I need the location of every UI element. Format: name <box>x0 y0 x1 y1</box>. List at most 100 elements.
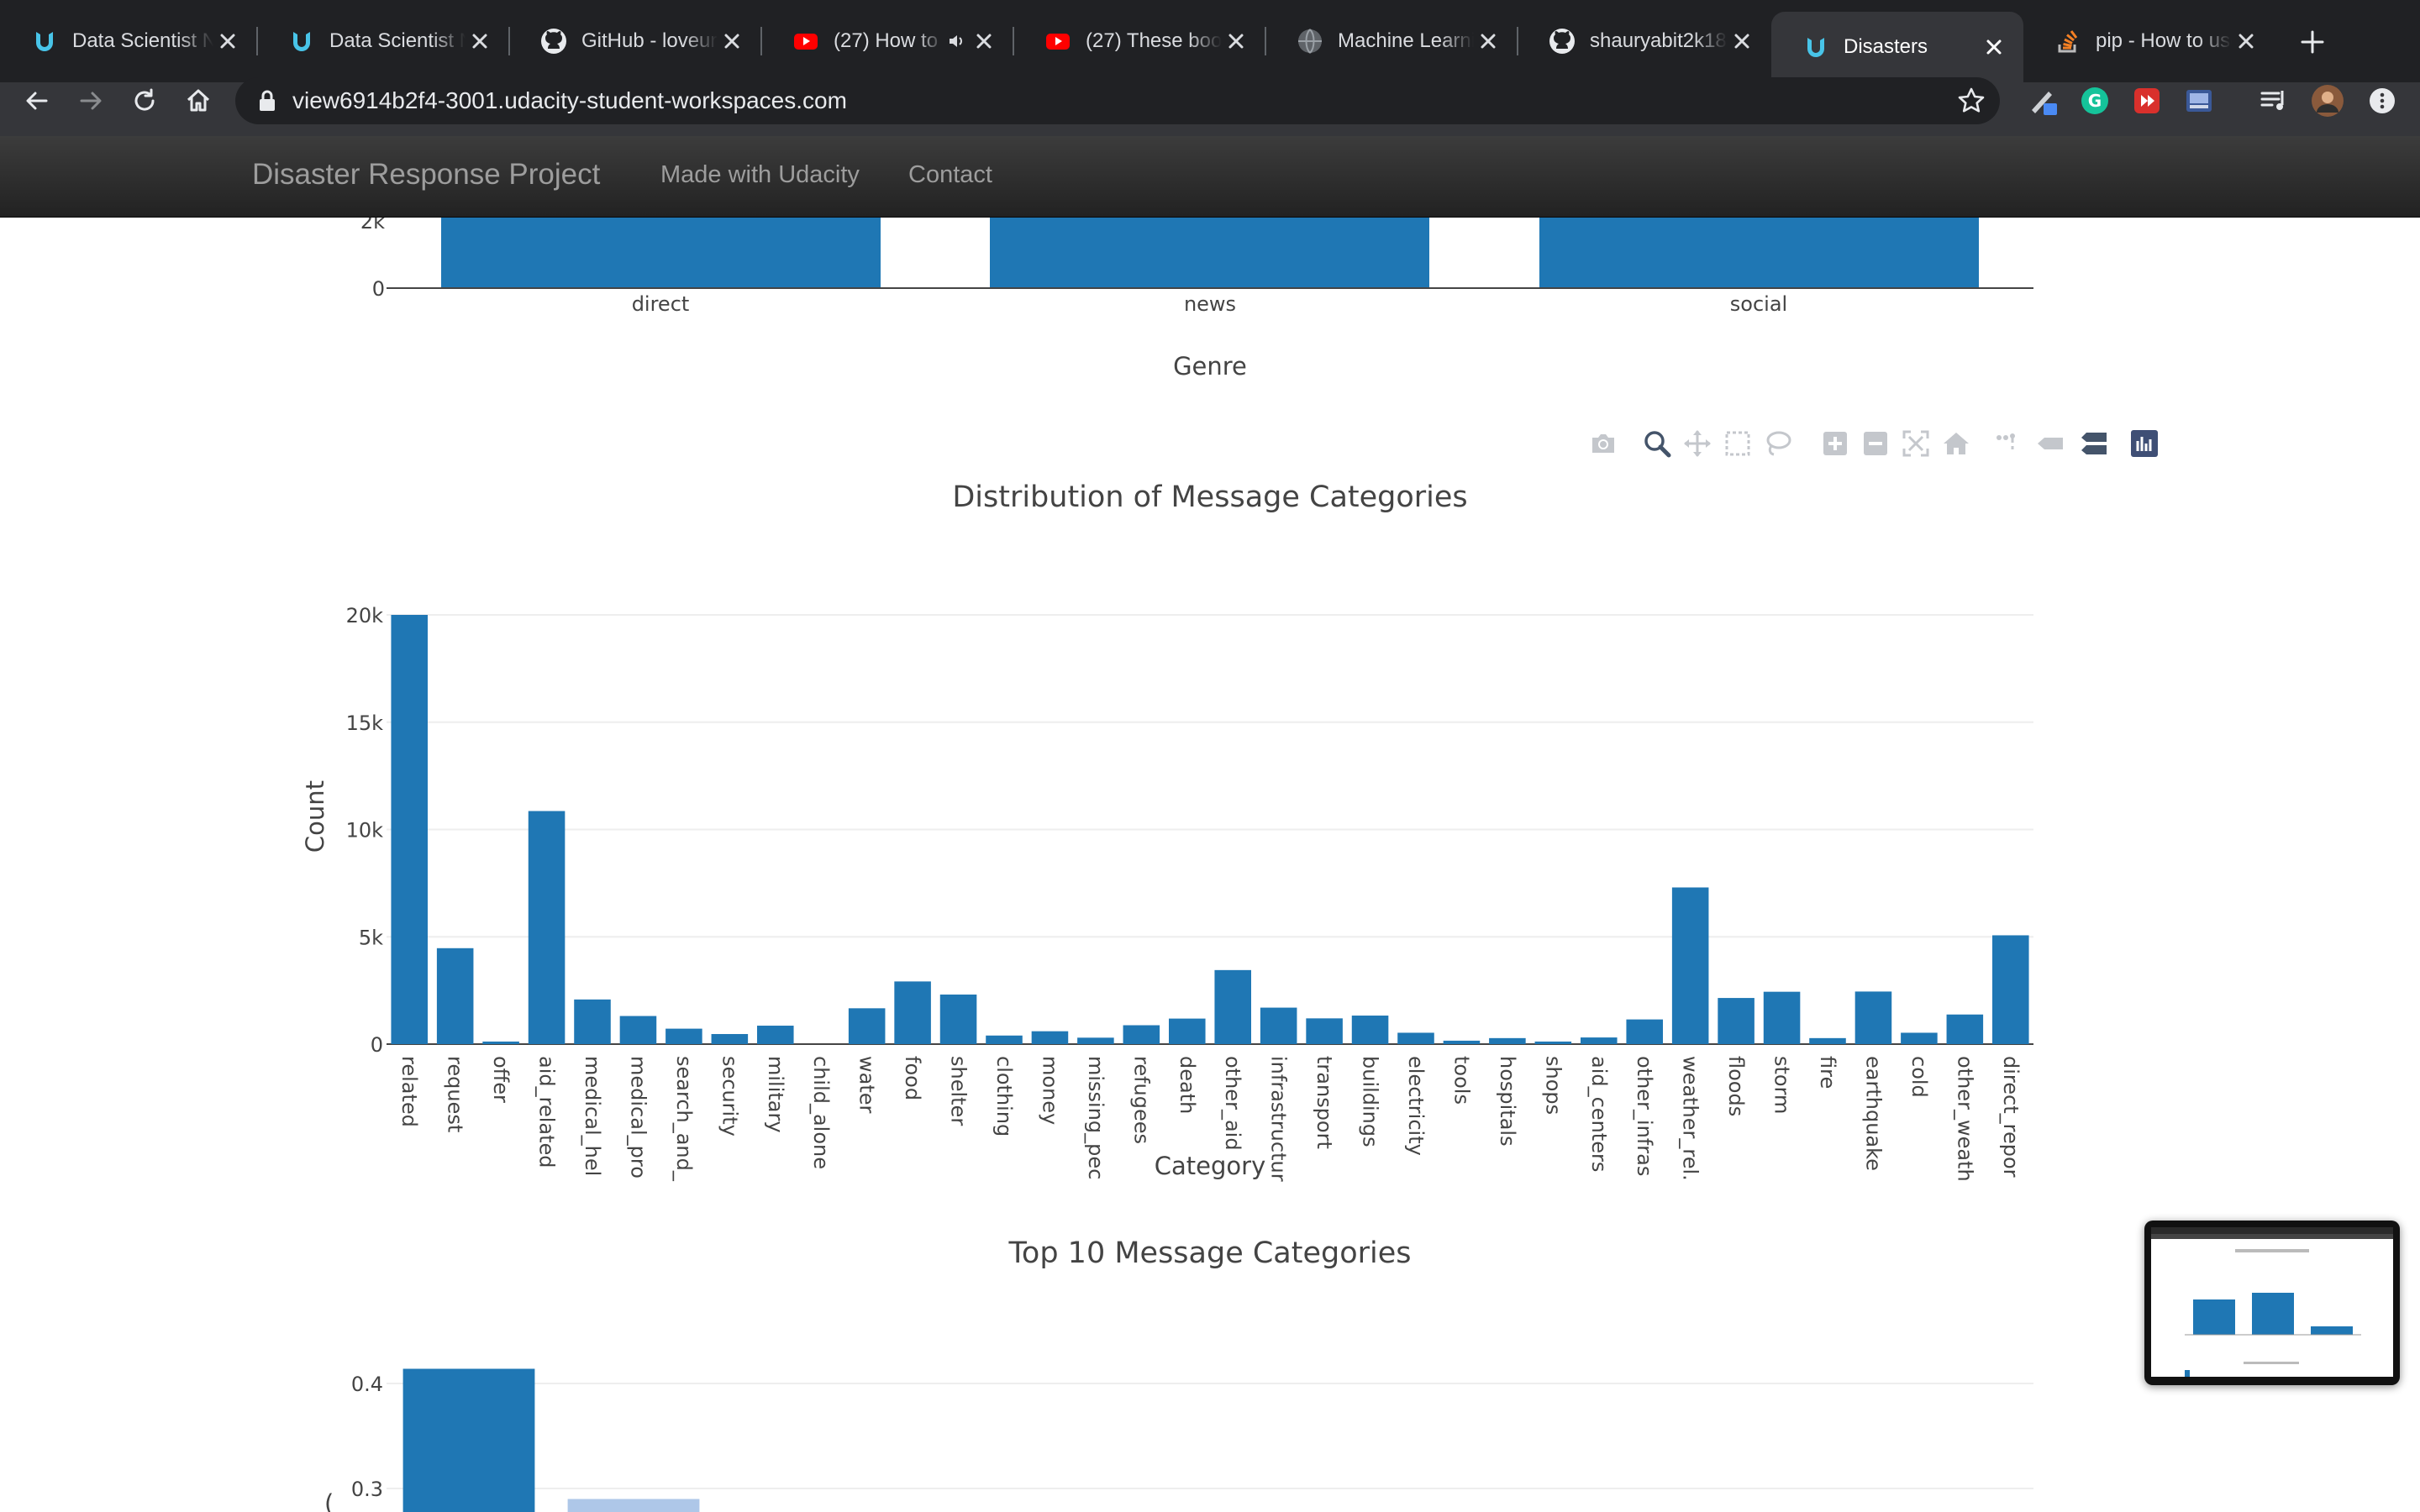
category-bar-security[interactable] <box>711 1033 749 1044</box>
category-x-tick-label: refugees <box>1129 1056 1153 1144</box>
category-bar-search_and_[interactable] <box>666 1028 702 1044</box>
picture-in-picture-preview[interactable] <box>2144 1221 2400 1385</box>
top10-y-tick-label: 0.4 <box>351 1373 383 1396</box>
plots-canvas: 2k 0 direct news social Genre Distributi… <box>301 202 2033 1512</box>
category-x-tick-label: earthquake <box>1861 1056 1885 1171</box>
category-bar-refugees[interactable] <box>1123 1025 1160 1044</box>
category-bar-clothing[interactable] <box>986 1035 1023 1044</box>
genre-x-tick-social: social <box>1730 292 1787 316</box>
category-bar-floods[interactable] <box>1718 998 1754 1044</box>
category-bar-medical_hel[interactable] <box>574 999 611 1044</box>
category-x-tick-label: missing_pec <box>1084 1056 1107 1179</box>
category-x-tick-label: death <box>1176 1056 1199 1114</box>
top10-y-tick-label: 0.3 <box>351 1478 383 1501</box>
category-x-tick-label: other_weath <box>1953 1056 1976 1182</box>
category-x-tick-label: other_infras <box>1633 1056 1656 1176</box>
hover-closest-icon[interactable] <box>2033 427 2067 460</box>
category-x-tick-label: transport <box>1313 1056 1336 1149</box>
top10-y-ticks: 0.3 0.4 <box>351 1373 383 1501</box>
category-x-tick-label: related <box>397 1056 421 1127</box>
category-bar-other_infras[interactable] <box>1626 1019 1663 1044</box>
category-x-tick-label: aid_centers <box>1587 1056 1611 1172</box>
category-bar-other_aid[interactable] <box>1214 969 1251 1044</box>
top10-bar[interactable] <box>402 1368 535 1512</box>
category-bar-aid_centers[interactable] <box>1581 1037 1618 1044</box>
hover-compare-icon[interactable] <box>2077 427 2111 460</box>
category-bar-water[interactable] <box>848 1008 886 1044</box>
category-bar-shelter[interactable] <box>939 994 977 1044</box>
plotly-modebar <box>1586 427 2166 464</box>
reset-axes-icon[interactable] <box>1939 427 1973 460</box>
category-bar-death[interactable] <box>1169 1018 1206 1044</box>
category-bar-cold[interactable] <box>1901 1032 1938 1044</box>
category-bar-transport[interactable] <box>1306 1018 1343 1044</box>
category-y-tick-label: 10k <box>346 819 384 843</box>
category-x-tick-label: weather_rel. <box>1679 1056 1702 1181</box>
category-x-tick-label: security <box>718 1056 741 1137</box>
category-bar-hospitals[interactable] <box>1489 1037 1526 1044</box>
category-x-tick-label: water <box>855 1056 879 1114</box>
category-y-ticks: 0 5k 10k 15k 20k <box>346 604 384 1057</box>
category-x-tick-label: cold <box>1907 1056 1931 1098</box>
category-y-tick-label: 0 <box>371 1033 383 1057</box>
genre-x-tick-direct: direct <box>632 292 690 316</box>
category-bar-money[interactable] <box>1031 1031 1069 1044</box>
category-bar-electricity[interactable] <box>1397 1032 1434 1044</box>
category-bar-direct_repor[interactable] <box>1992 935 2029 1044</box>
category-bar-other_weath[interactable] <box>1946 1014 1984 1044</box>
category-x-tick-label: child_alone <box>809 1056 833 1169</box>
zoom-out-icon[interactable] <box>1859 427 1892 460</box>
category-bar-fire[interactable] <box>1809 1037 1846 1044</box>
top10-y-axis-title-fragment: ( <box>324 1489 334 1512</box>
category-bar-offer[interactable] <box>482 1041 519 1044</box>
top10-chart-title: Top 10 Message Categories <box>1007 1236 1411 1270</box>
camera-icon[interactable] <box>1586 427 1620 460</box>
category-x-tick-label: shops <box>1541 1056 1565 1115</box>
genre-x-tick-news: news <box>1184 292 1236 316</box>
category-bar-buildings[interactable] <box>1351 1016 1389 1044</box>
category-bar-related[interactable] <box>391 615 428 1044</box>
lasso-icon[interactable] <box>1761 427 1795 460</box>
zoom-icon[interactable] <box>1640 427 1674 460</box>
category-bar-earthquake[interactable] <box>1854 991 1892 1044</box>
category-bar-storm[interactable] <box>1763 991 1801 1044</box>
category-x-tick-label: floods <box>1724 1056 1748 1116</box>
category-bar-infrastructur[interactable] <box>1260 1007 1297 1044</box>
category-x-tick-label: food <box>901 1056 924 1100</box>
spike-lines-icon[interactable] <box>1990 427 2023 460</box>
category-x-tick-label: medical_hel <box>581 1056 604 1176</box>
category-x-tick-label: shelter <box>947 1056 971 1126</box>
category-bar-shops[interactable] <box>1534 1041 1572 1044</box>
nav-link-contact[interactable]: Contact <box>908 161 992 189</box>
brand-link[interactable]: Disaster Response Project <box>252 158 600 192</box>
category-bar-food[interactable] <box>894 981 931 1044</box>
category-bar-weather_rel.[interactable] <box>1671 887 1709 1044</box>
zoom-in-icon[interactable] <box>1818 427 1852 460</box>
category-bar-military[interactable] <box>757 1026 794 1044</box>
category-chart: Distribution of Message Categories 0 5k 10… <box>301 480 2033 1182</box>
category-bar-missing_pec[interactable] <box>1077 1037 1114 1044</box>
box-select-icon[interactable] <box>1721 427 1754 460</box>
category-x-tick-label: other_aid <box>1221 1056 1244 1151</box>
category-y-tick-label: 15k <box>346 711 384 735</box>
category-x-tick-label: search_and_ <box>672 1056 696 1182</box>
category-bar-request[interactable] <box>436 948 474 1044</box>
plotly-logo-icon[interactable] <box>2128 427 2161 460</box>
autoscale-icon[interactable] <box>1899 427 1933 460</box>
category-x-tick-label: request <box>444 1056 467 1132</box>
category-x-tick-label: military <box>764 1056 787 1133</box>
category-x-tick-label: hospitals <box>1496 1056 1519 1147</box>
nav-link-made-with-udacity[interactable]: Made with Udacity <box>660 161 860 189</box>
category-x-tick-label: fire <box>1816 1056 1839 1089</box>
genre-chart: 2k 0 direct news social Genre <box>360 202 2033 381</box>
top10-gridlines <box>387 1383 2033 1489</box>
genre-x-axis-title: Genre <box>1173 352 1247 381</box>
category-bar-aid_related[interactable] <box>528 811 566 1044</box>
site-navbar: Disaster Response Project Made with Udac… <box>0 136 2420 218</box>
category-bar-tools[interactable] <box>1443 1040 1481 1044</box>
pan-icon[interactable] <box>1681 427 1714 460</box>
category-x-tick-label: electricity <box>1404 1056 1428 1156</box>
top10-bar[interactable] <box>567 1499 700 1512</box>
category-gridlines <box>387 614 2033 1045</box>
category-bar-medical_pro[interactable] <box>619 1016 657 1044</box>
